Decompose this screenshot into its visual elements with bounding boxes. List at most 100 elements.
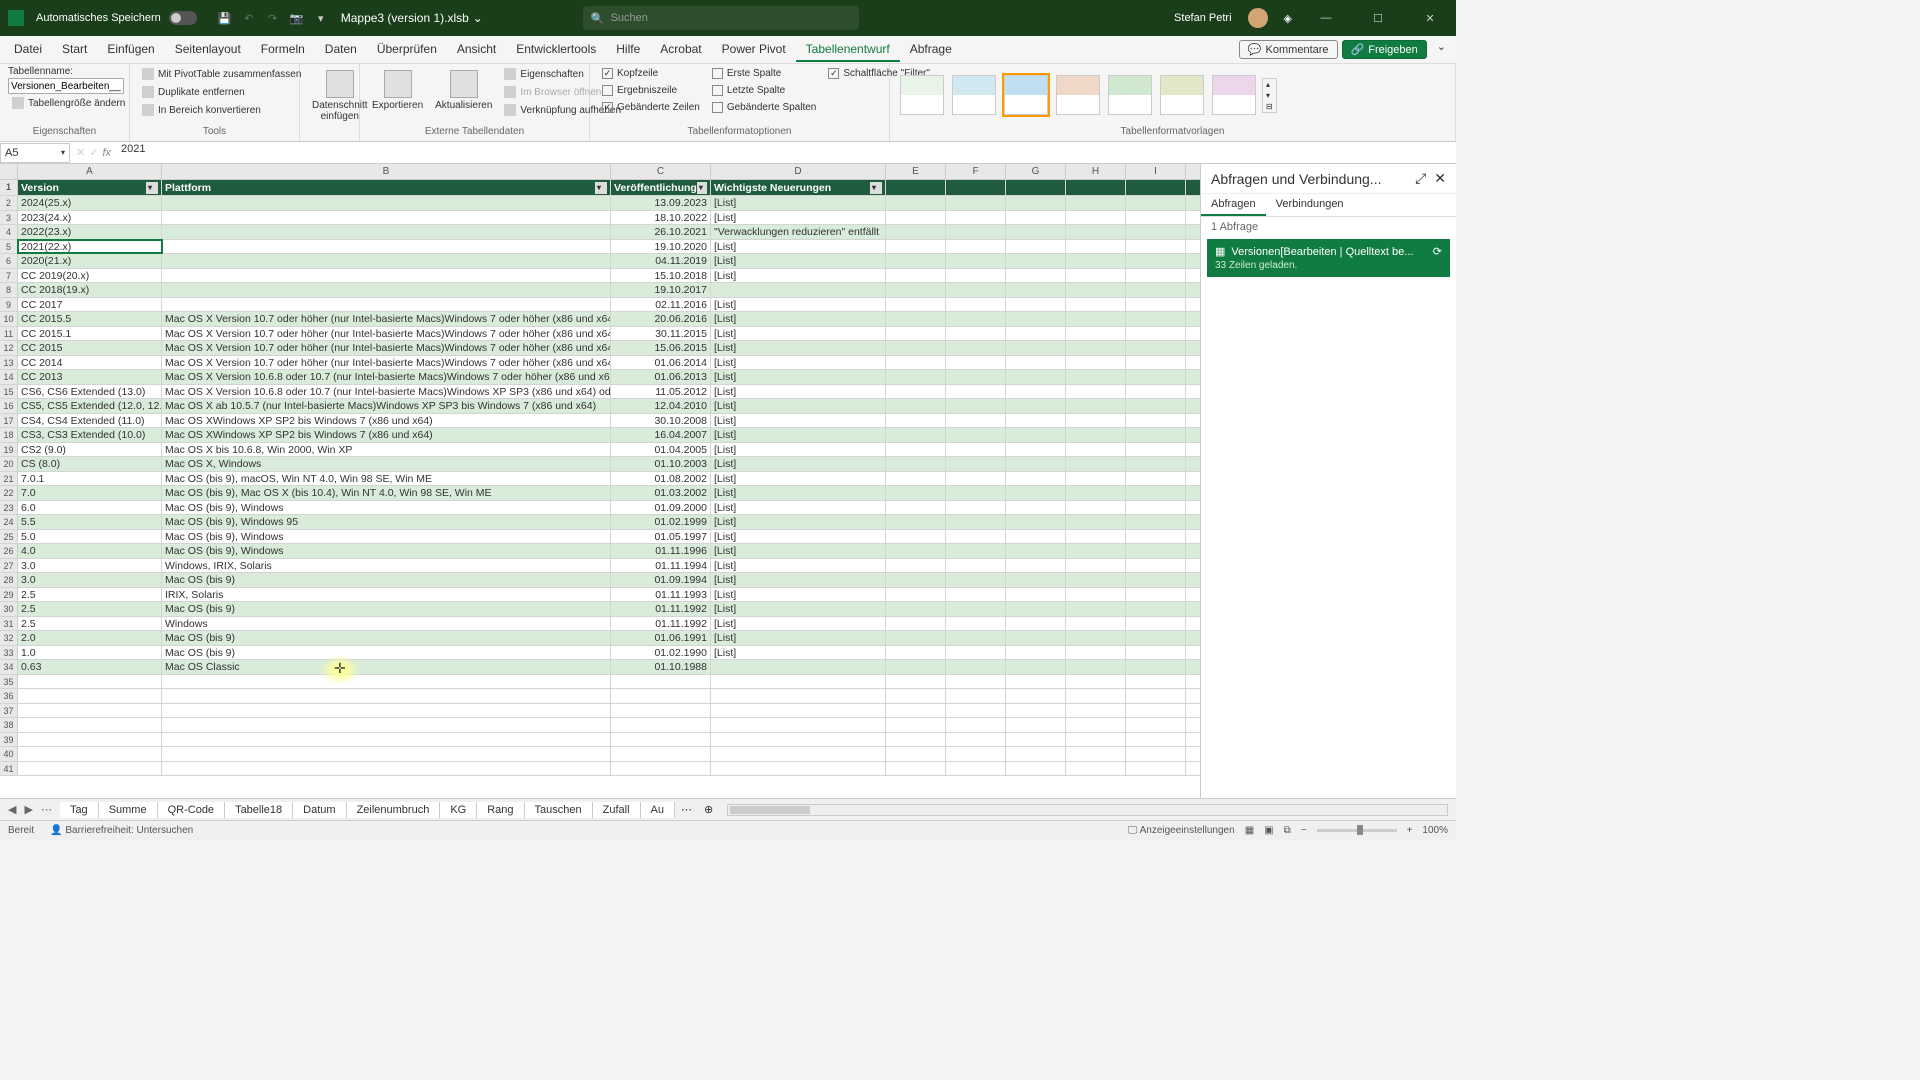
cell[interactable]: [List] [711,312,886,326]
cell[interactable]: "Verwacklungen reduzieren" entfällt [711,225,886,239]
sheet-tab[interactable]: Rang [477,802,524,818]
cell[interactable]: 2.0 [18,631,162,645]
cell[interactable]: 13.09.2023 [611,196,711,210]
undo-icon[interactable]: ↶ [237,6,261,30]
row-header[interactable]: 27 [0,559,18,573]
cell[interactable]: 2022(23.x) [18,225,162,239]
cell[interactable]: [List] [711,501,886,515]
cell[interactable]: Mac OS (bis 9), Windows 95 [162,515,611,529]
cell[interactable]: Mac OS X, Windows [162,457,611,471]
sheet-tab[interactable]: KG [440,802,477,818]
zoom-out-icon[interactable]: − [1301,825,1307,836]
cell[interactable]: 5.5 [18,515,162,529]
cell[interactable]: CS2 (9.0) [18,443,162,457]
row-header[interactable]: 8 [0,283,18,297]
cell[interactable]: [List] [711,341,886,355]
cell[interactable]: 2020(21.x) [18,254,162,268]
accessibility-status[interactable]: 👤 Barrierefreiheit: Untersuchen [50,825,193,836]
cell[interactable]: 04.11.2019 [611,254,711,268]
row-header[interactable]: 2 [0,196,18,210]
row-header[interactable]: 34 [0,660,18,674]
comments-button[interactable]: 💬 Kommentare [1239,40,1338,59]
row-header[interactable]: 3 [0,211,18,225]
cell[interactable]: 4.0 [18,544,162,558]
cell[interactable]: Mac OS XWindows XP SP2 bis Windows 7 (x8… [162,428,611,442]
cell[interactable]: 01.09.2000 [611,501,711,515]
autosave-toggle[interactable]: Automatisches Speichern [36,11,197,25]
cell[interactable]: CC 2013 [18,370,162,384]
row-header[interactable]: 31 [0,617,18,631]
cell[interactable]: CS3, CS3 Extended (10.0) [18,428,162,442]
table-header-cell[interactable]: Plattform [162,180,611,195]
avatar[interactable] [1248,8,1268,28]
cell[interactable] [162,240,611,254]
total-row-checkbox[interactable]: Ergebniszeile [598,83,704,98]
sheet-tab[interactable]: Tag [60,802,99,818]
convert-range-button[interactable]: In Bereich konvertieren [138,102,305,118]
row-header[interactable]: 15 [0,385,18,399]
cancel-formula-icon[interactable]: ✕ [76,146,85,159]
cell[interactable]: 30.10.2008 [611,414,711,428]
table-style[interactable] [1160,75,1204,115]
ribbon-tab[interactable]: Entwicklertools [506,38,606,62]
cell[interactable] [162,196,611,210]
banded-rows-checkbox[interactable]: Gebänderte Zeilen [598,100,704,115]
row-header[interactable]: 1 [0,180,18,195]
cell[interactable]: 20.06.2016 [611,312,711,326]
view-layout-icon[interactable]: ▣ [1264,825,1273,836]
sheet-tab[interactable]: Au [641,802,675,818]
status-ready[interactable]: Bereit [8,825,34,836]
row-header[interactable]: 26 [0,544,18,558]
cell[interactable]: 15.10.2018 [611,269,711,283]
sheet-all-icon[interactable]: ⋯ [41,803,52,816]
cell[interactable]: [List] [711,356,886,370]
banded-cols-checkbox[interactable]: Gebänderte Spalten [708,100,821,115]
ribbon-tab[interactable]: Ansicht [447,38,506,62]
row-header[interactable]: 10 [0,312,18,326]
export-button[interactable]: Exportieren [368,66,427,115]
row-header[interactable]: 36 [0,689,18,703]
row-header[interactable]: 18 [0,428,18,442]
close-icon[interactable]: ✕ [1412,0,1448,36]
maximize-icon[interactable]: ☐ [1360,0,1396,36]
cell[interactable]: 5.0 [18,530,162,544]
cell[interactable]: 18.10.2022 [611,211,711,225]
cell[interactable]: Mac OS (bis 9), macOS, Win NT 4.0, Win 9… [162,472,611,486]
cell[interactable]: 2023(24.x) [18,211,162,225]
cell[interactable]: [List] [711,443,886,457]
sheet-tab[interactable]: Tauschen [525,802,593,818]
table-header-cell[interactable]: Version [18,180,162,195]
tab-queries[interactable]: Abfragen [1201,194,1266,216]
cell[interactable]: [List] [711,298,886,312]
cell[interactable]: Mac OS X Version 10.7 oder höher (nur In… [162,341,611,355]
user-name[interactable]: Stefan Petri [1174,12,1231,24]
table-name-input[interactable] [8,78,124,94]
row-header[interactable]: 25 [0,530,18,544]
cell[interactable]: Windows [162,617,611,631]
cell[interactable]: 01.06.2013 [611,370,711,384]
sheet-more-icon[interactable]: ⋯ [675,803,698,816]
cell[interactable]: CC 2015.1 [18,327,162,341]
cell[interactable]: Windows, IRIX, Solaris [162,559,611,573]
cell[interactable]: CC 2017 [18,298,162,312]
cell[interactable]: [List] [711,515,886,529]
cell[interactable]: [List] [711,385,886,399]
cell[interactable]: CC 2015.5 [18,312,162,326]
row-header[interactable]: 5 [0,240,18,254]
cell[interactable]: [List] [711,269,886,283]
new-sheet-icon[interactable]: ⊕ [698,803,719,816]
sheet-tab[interactable]: Datum [293,802,346,818]
cell[interactable]: [List] [711,544,886,558]
cell[interactable]: [List] [711,370,886,384]
accept-formula-icon[interactable]: ✓ [89,146,98,159]
cell[interactable]: CS4, CS4 Extended (11.0) [18,414,162,428]
sheet-tab[interactable]: Summe [99,802,158,818]
cell[interactable]: 7.0 [18,486,162,500]
cell[interactable]: 01.04.2005 [611,443,711,457]
cell[interactable] [162,254,611,268]
cell[interactable]: CS6, CS6 Extended (13.0) [18,385,162,399]
fx-icon[interactable]: fx [102,147,111,159]
table-style[interactable] [1108,75,1152,115]
share-button[interactable]: 🔗 Freigeben [1342,40,1427,59]
ribbon-tab[interactable]: Power Pivot [712,38,796,62]
